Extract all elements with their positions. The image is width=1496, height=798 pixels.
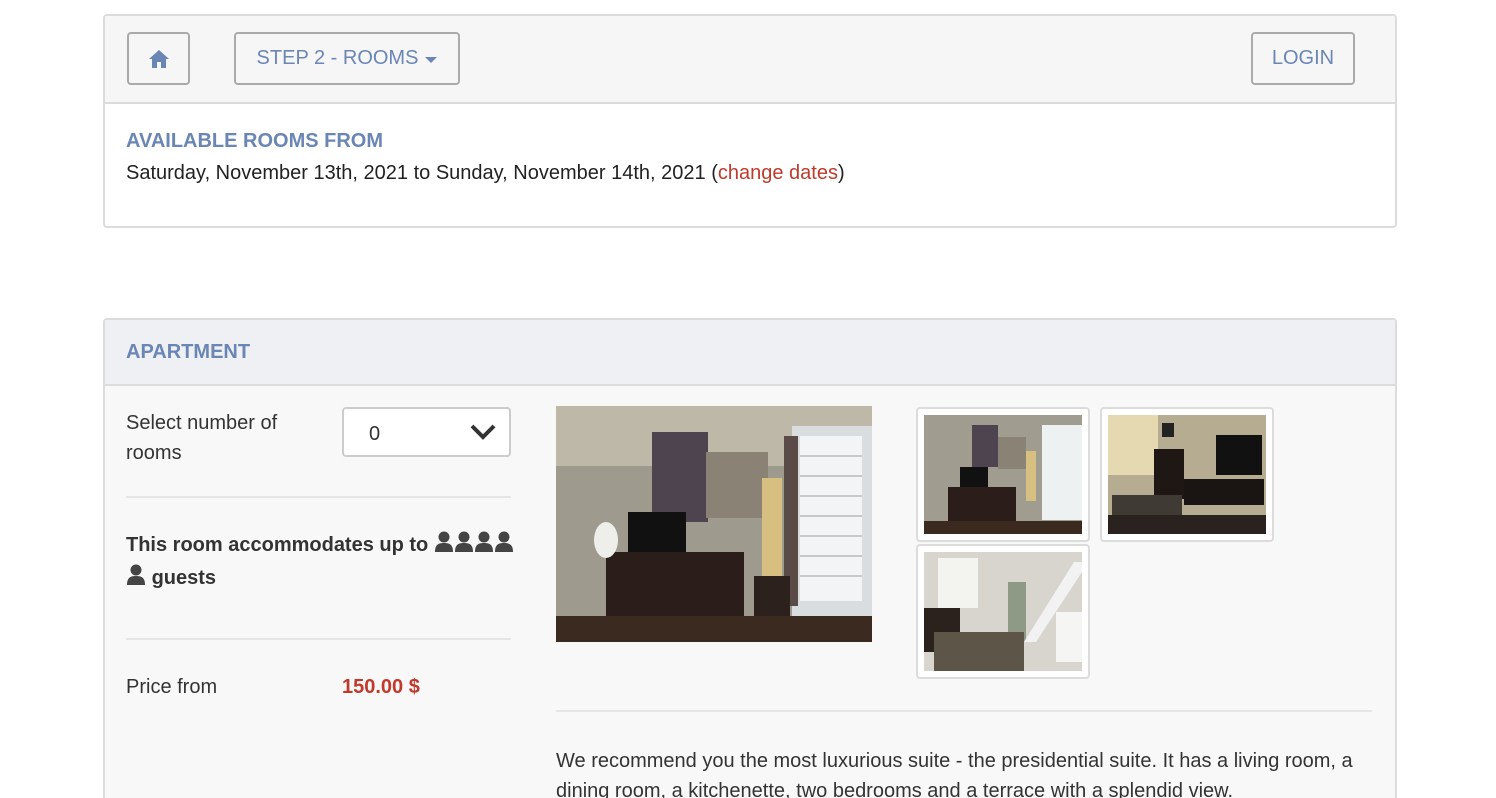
step-label: STEP 2 - ROOMS (256, 47, 419, 69)
user-icon (434, 531, 453, 552)
select-rooms-label: Select number of rooms (126, 412, 278, 464)
available-rooms-title: AVAILABLE ROOMS FROM (126, 130, 384, 152)
price-label: Price from (126, 676, 218, 698)
caret-down-icon (425, 56, 438, 63)
availability-dates: Saturday, November 13th, 2021 to Sunday,… (126, 162, 845, 185)
divider (556, 710, 1372, 712)
login-button[interactable]: LOGIN (1251, 32, 1355, 85)
open-paren: ( (711, 162, 718, 184)
room-panel: APARTMENT Select number of rooms 0 This … (103, 318, 1397, 798)
top-navbar: STEP 2 - ROOMS LOGIN (105, 16, 1395, 104)
room-thumbnail[interactable] (1100, 407, 1274, 542)
accommodates-text: This room accommodates up to guests (126, 529, 516, 595)
user-icon (474, 531, 493, 552)
room-main-photo[interactable] (556, 406, 872, 642)
accommodates-suffix: guests (151, 567, 217, 589)
user-icon (494, 531, 513, 552)
availability-panel: STEP 2 - ROOMS LOGIN AVAILABLE ROOMS FRO… (103, 14, 1397, 228)
accommodates-prefix: This room accommodates up to (126, 534, 429, 556)
close-paren: ) (837, 162, 845, 184)
date-range: Saturday, November 13th, 2021 to Sunday,… (126, 162, 706, 184)
step-dropdown-button[interactable]: STEP 2 - ROOMS (234, 32, 460, 85)
room-thumbnail[interactable] (916, 407, 1090, 542)
room-thumbnail[interactable] (916, 544, 1090, 679)
rooms-count-value: 0 (369, 423, 381, 445)
user-icon (127, 564, 145, 585)
price-value: 150.00 $ (342, 676, 420, 698)
change-dates-link[interactable]: change dates (718, 162, 838, 184)
chevron-down-icon (470, 424, 496, 440)
room-description: We recommend you the most luxurious suit… (556, 750, 1353, 798)
room-header: APARTMENT (105, 320, 1395, 386)
divider (126, 638, 511, 640)
rooms-count-select[interactable]: 0 (342, 407, 511, 457)
home-button[interactable] (127, 32, 190, 85)
login-label: LOGIN (1271, 47, 1335, 69)
home-icon (148, 49, 169, 68)
user-icon (454, 531, 473, 552)
room-title: APARTMENT (126, 341, 251, 363)
divider (126, 496, 511, 498)
